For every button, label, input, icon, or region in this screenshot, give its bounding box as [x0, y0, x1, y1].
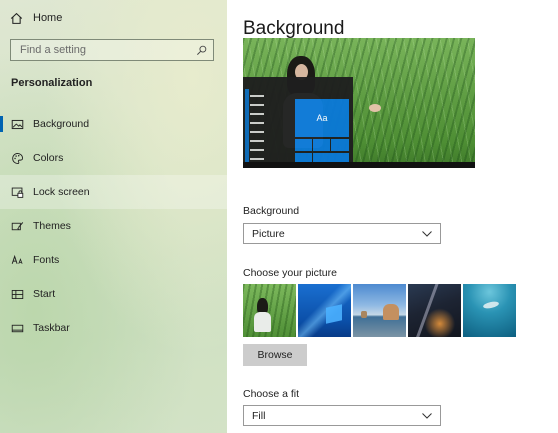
themes-brush-icon [10, 219, 24, 233]
fonts-icon [10, 253, 24, 267]
personalization-nav: Background Colors Lock screen Themes Fon… [0, 107, 227, 345]
chevron-down-icon [422, 412, 432, 419]
preview-taskbar [243, 162, 475, 168]
background-type-value: Picture [252, 227, 285, 240]
preview-tile-large: Aa [295, 99, 349, 137]
preview-start-icons [245, 89, 249, 163]
search-input[interactable] [20, 44, 190, 56]
sidebar-item-lock-screen[interactable]: Lock screen [0, 175, 227, 209]
sidebar-item-label: Lock screen [33, 186, 90, 198]
choose-fit-label: Choose a fit [243, 388, 300, 400]
start-icon [10, 287, 24, 301]
preview-start-list-line [250, 95, 264, 97]
picture-thumbnail-underwater[interactable] [463, 284, 516, 337]
preview-start-list-line [250, 131, 264, 133]
preview-start-list-line [250, 149, 264, 151]
preview-photo-hand [369, 104, 381, 112]
sidebar-item-colors[interactable]: Colors [0, 141, 227, 175]
page-title: Background [243, 17, 345, 39]
preview-tile [313, 139, 330, 151]
search-box[interactable] [10, 39, 214, 61]
sidebar-item-label: Background [33, 118, 90, 130]
sidebar-item-label: Themes [33, 220, 71, 232]
lock-screen-icon [10, 185, 24, 199]
browse-button[interactable]: Browse [243, 344, 307, 366]
home-label: Home [33, 12, 63, 24]
preview-tile [295, 139, 312, 151]
sidebar-item-fonts[interactable]: Fonts [0, 243, 227, 277]
preview-start-list-line [250, 104, 264, 106]
background-type-dropdown[interactable]: Picture [243, 223, 441, 244]
picture-icon [10, 117, 24, 131]
desktop-preview: Aa [243, 38, 475, 168]
home-icon [10, 12, 23, 24]
picture-thumbnails [243, 284, 516, 337]
sidebar-item-label: Colors [33, 152, 64, 164]
chevron-down-icon [422, 230, 432, 237]
sidebar-item-label: Taskbar [33, 322, 70, 334]
sidebar-item-themes[interactable]: Themes [0, 209, 227, 243]
home-link[interactable]: Home [10, 9, 62, 27]
background-label: Background [243, 205, 300, 217]
fit-dropdown[interactable]: Fill [243, 405, 441, 426]
sidebar-item-background[interactable]: Background [0, 107, 227, 141]
picture-thumbnail-beach-rocks[interactable] [353, 284, 406, 337]
fit-value: Fill [252, 409, 266, 422]
preview-start-list-line [250, 158, 264, 160]
background-settings-page: Background Aa Background Picture Choose … [227, 0, 558, 433]
preview-start-list-line [250, 140, 264, 142]
preview-start-list-line [250, 113, 264, 115]
choose-picture-label: Choose your picture [243, 267, 337, 279]
picture-thumbnail-grass-woman[interactable] [243, 284, 296, 337]
preview-start-menu: Aa [243, 77, 353, 168]
preview-tile [331, 139, 349, 151]
search-icon[interactable] [196, 45, 207, 56]
preview-start-list-line [250, 122, 264, 124]
sidebar-item-taskbar[interactable]: Taskbar [0, 311, 227, 345]
picture-thumbnail-windows-blue[interactable] [298, 284, 351, 337]
taskbar-icon [10, 321, 24, 335]
sidebar-item-label: Fonts [33, 254, 60, 266]
sidebar-item-start[interactable]: Start [0, 277, 227, 311]
section-title-personalization: Personalization [11, 77, 93, 89]
sidebar-item-label: Start [33, 288, 56, 300]
settings-sidebar: Home Personalization Background Colors L… [0, 0, 227, 433]
picture-thumbnail-night-sky[interactable] [408, 284, 461, 337]
palette-icon [10, 151, 24, 165]
